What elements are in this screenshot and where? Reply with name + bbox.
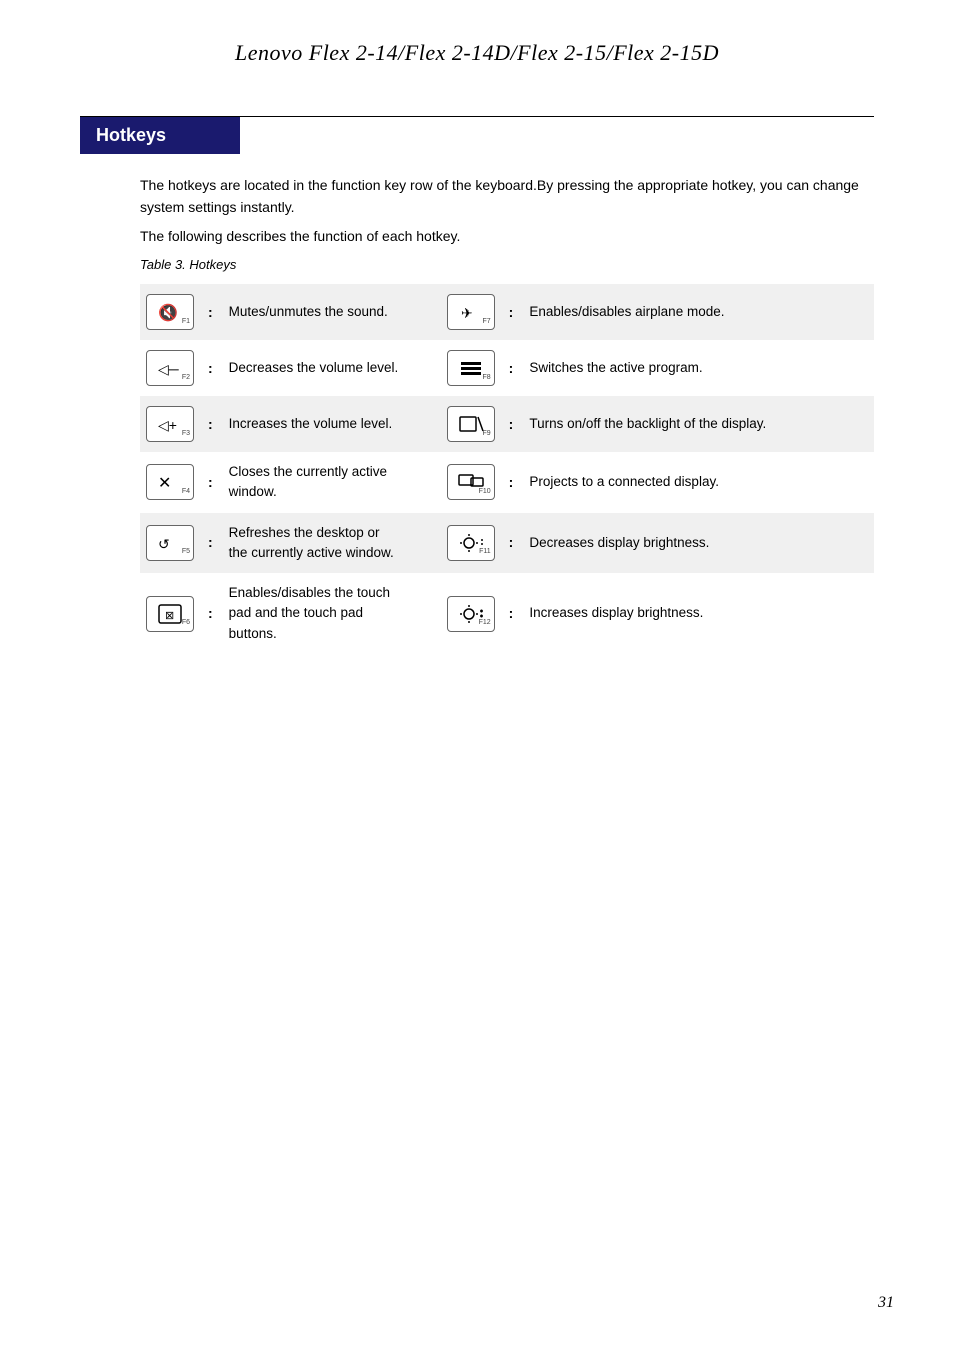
desc-right-4: Decreases display brightness. xyxy=(521,513,874,574)
desc-right-3: Projects to a connected display. xyxy=(521,452,874,513)
colon-right-4: : xyxy=(501,513,522,574)
svg-text:✈: ✈ xyxy=(461,305,473,321)
section-heading: Hotkeys xyxy=(96,125,166,145)
colon-left-0: : xyxy=(200,284,221,340)
key-cell-left-1: ◁─ F2 xyxy=(140,340,200,396)
intro-text-2: The following describes the function of … xyxy=(140,225,874,247)
desc-left-0: Mutes/unmutes the sound. xyxy=(221,284,421,340)
colon-right-2: : xyxy=(501,396,522,452)
page-number: 31 xyxy=(878,1294,894,1312)
hotkeys-table: 🔇 F1 :Mutes/unmutes the sound. ✈ F7 :Ena… xyxy=(140,284,874,654)
key-cell-right-1: F8 xyxy=(441,340,501,396)
svg-text:⊠: ⊠ xyxy=(165,610,174,622)
desc-left-2: Increases the volume level. xyxy=(221,396,421,452)
colon-left-1: : xyxy=(200,340,221,396)
svg-text:◁─: ◁─ xyxy=(158,361,179,377)
key-cell-left-4: ↺ F5 xyxy=(140,513,200,574)
key-cell-left-5: ⊠ F6 xyxy=(140,573,200,654)
key-cell-right-0: ✈ F7 xyxy=(441,284,501,340)
colon-right-5: : xyxy=(501,573,522,654)
desc-right-2: Turns on/off the backlight of the displa… xyxy=(521,396,874,452)
key-cell-left-2: ◁+ F3 xyxy=(140,396,200,452)
svg-text:✕: ✕ xyxy=(158,475,171,492)
desc-left-4: Refreshes the desktop or the currently a… xyxy=(221,513,421,574)
intro-text-1: The hotkeys are located in the function … xyxy=(140,174,874,219)
desc-left-1: Decreases the volume level. xyxy=(221,340,421,396)
colon-right-3: : xyxy=(501,452,522,513)
desc-left-5: Enables/disables the touch pad and the t… xyxy=(221,573,421,654)
key-cell-left-0: 🔇 F1 xyxy=(140,284,200,340)
colon-left-3: : xyxy=(200,452,221,513)
svg-text:🔇: 🔇 xyxy=(158,303,178,322)
svg-text:◁+: ◁+ xyxy=(158,417,177,433)
desc-right-5: Increases display brightness. xyxy=(521,573,874,654)
table-caption: Table 3. Hotkeys xyxy=(140,257,874,272)
key-cell-right-4: F11 xyxy=(441,513,501,574)
colon-left-4: : xyxy=(200,513,221,574)
key-cell-right-2: F9 xyxy=(441,396,501,452)
colon-left-5: : xyxy=(200,573,221,654)
key-cell-right-5: F12 xyxy=(441,573,501,654)
desc-right-0: Enables/disables airplane mode. xyxy=(521,284,874,340)
colon-right-0: : xyxy=(501,284,522,340)
colon-right-1: : xyxy=(501,340,522,396)
key-cell-left-3: ✕ F4 xyxy=(140,452,200,513)
svg-text:↺: ↺ xyxy=(158,536,170,552)
desc-right-1: Switches the active program. xyxy=(521,340,874,396)
colon-left-2: : xyxy=(200,396,221,452)
key-cell-right-3: F10 xyxy=(441,452,501,513)
desc-left-3: Closes the currently active window. xyxy=(221,452,421,513)
page-title: Lenovo Flex 2-14/Flex 2-14D/Flex 2-15/Fl… xyxy=(0,0,954,96)
